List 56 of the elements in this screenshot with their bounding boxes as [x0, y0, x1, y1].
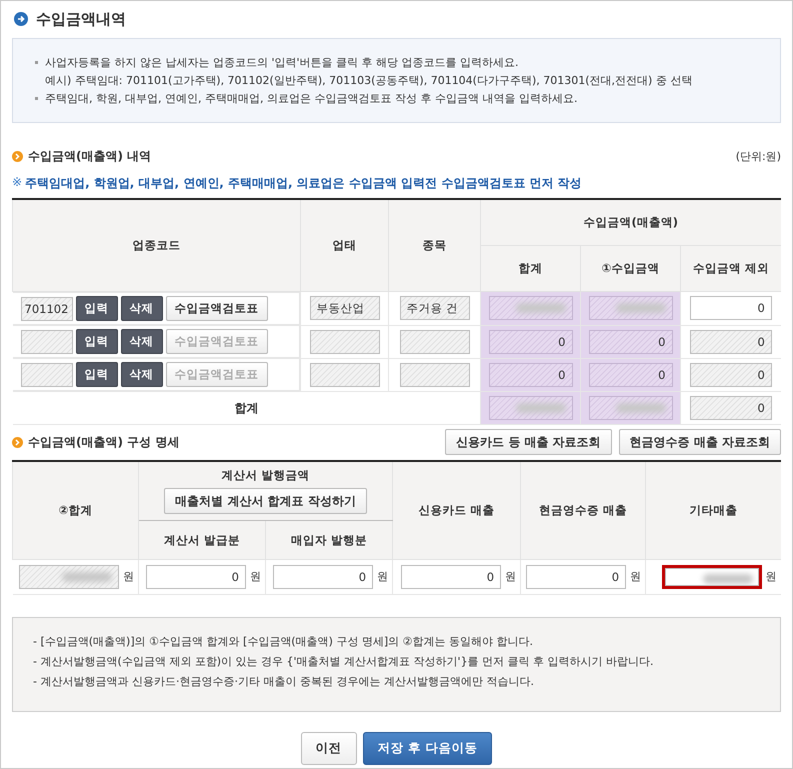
action-button[interactable]: 입력 — [76, 296, 118, 321]
input-field[interactable]: 0 — [526, 565, 626, 589]
action-button[interactable]: 삭제 — [120, 296, 162, 321]
notice-text: 예시) 주택임대: 701101(고가주택), 701102(일반주택), 701103(공동주택), 701104(다가구주택), 701301(전대,전전대) 중 선택 — [45, 73, 692, 88]
note-text: - 계산서발행금액(수입금액 제외 포함)이 있는 경우 {'매출처별 계산서합계표 작성하기'}를 먼저 클릭 후 입력하시기 바랍니다. — [33, 654, 655, 669]
notice-text: 주택임대, 학원, 대부업, 연예인, 주택매매업, 의료업은 수입금액검토표 작성 후 수입금액 내역을 입력하세요. — [45, 91, 578, 106]
unit-label: 원 — [250, 570, 261, 584]
arrow-circle-icon — [12, 436, 23, 448]
review-button[interactable]: 수입금액검토표 — [166, 296, 268, 321]
arrow-circle-icon — [12, 151, 23, 162]
unit-label: 원 — [123, 570, 134, 584]
column-header: 업태 — [300, 199, 388, 292]
nav-button[interactable]: 이전 — [300, 732, 357, 765]
bullet-icon — [35, 61, 38, 64]
action-button[interactable]: 입력 — [76, 362, 118, 387]
arrow-circle-icon — [14, 12, 28, 26]
column-header: 합계 — [480, 246, 580, 292]
bullet-icon — [35, 97, 38, 100]
column-header: 계산서 발행금액 — [220, 468, 311, 483]
action-button[interactable]: 삭제 — [120, 362, 162, 387]
action-button[interactable]: 입력 — [76, 329, 118, 354]
input-field[interactable]: 0 — [401, 565, 502, 589]
action-button[interactable]: 삭제 — [120, 329, 162, 354]
input-field[interactable]: 0 — [146, 565, 246, 589]
column-header: 기타매출 — [646, 461, 781, 560]
column-header: 수입금액 제외 — [680, 246, 781, 292]
note-text: - [수입금액(매출액)]의 ①수입금액 합계와 [수입금액(매출액) 구성 명세]의 ②합계는 동일해야 합니다. — [33, 634, 534, 649]
section-title: 수입금액(매출액) 내역 — [28, 148, 152, 165]
unit-label: 원 — [505, 570, 516, 584]
total-label: 합계 — [234, 400, 258, 414]
note-text: - 계산서발행금액과 신용카드·현금영수증·기타 매출이 중복된 경우에는 계산서발행금액에만 적습니다. — [33, 674, 535, 689]
column-header: 수입금액(매출액) — [480, 199, 781, 246]
input-field[interactable]: 0 — [273, 565, 374, 589]
column-header: 업종코드 — [12, 199, 300, 292]
column-header: 종목 — [388, 199, 480, 292]
unit-label: (단위:원) — [736, 149, 781, 164]
reference-mark: ※ — [12, 175, 22, 191]
column-header: 매입자 발행분 — [266, 520, 393, 560]
summary-button[interactable]: 매출처별 계산서 합계표 작성하기 — [164, 488, 367, 514]
nav-button[interactable]: 저장 후 다음이동 — [362, 732, 492, 765]
column-header: ①수입금액 — [580, 246, 680, 292]
input-field[interactable] — [662, 565, 762, 589]
column-header: 현금영수증 매출 — [520, 461, 646, 560]
warning-text: 주택임대업, 학원업, 대부업, 연예인, 주택매매업, 의료업은 수입금액 입력전 수입금액검토표 먼저 작성 — [25, 175, 582, 192]
section-title: 수입금액(매출액) 구성 명세 — [28, 434, 180, 450]
lookup-button[interactable]: 현금영수증 매출 자료조회 — [618, 429, 781, 455]
column-header: 신용카드 매출 — [392, 461, 521, 560]
column-header: ②합계 — [12, 461, 138, 560]
unit-label: 원 — [630, 570, 642, 584]
lookup-button[interactable]: 신용카드 등 매출 자료조회 — [445, 429, 612, 455]
input-field[interactable]: 0 — [690, 296, 772, 320]
page-title: 수입금액내역 — [36, 10, 126, 28]
unit-label: 원 — [377, 570, 388, 584]
column-header: 계산서 발급분 — [138, 520, 266, 560]
unit-label: 원 — [766, 570, 777, 584]
notice-text: 사업자등록을 하지 않은 납세자는 업종코드의 '입력'버튼을 클릭 후 해당 업종코드를 입력하세요. — [45, 55, 520, 70]
